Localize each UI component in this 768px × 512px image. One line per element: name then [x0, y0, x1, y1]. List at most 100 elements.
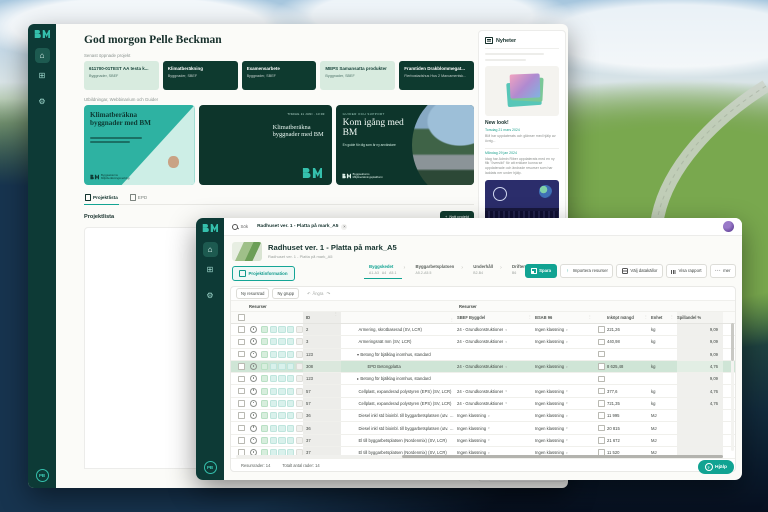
news-image-newlook[interactable] [485, 66, 559, 116]
table-row[interactable]: 57 Cellplast, expanderad polystyren (EPS… [231, 385, 735, 397]
duplicate-icon[interactable] [270, 388, 277, 395]
link-icon[interactable] [278, 338, 285, 345]
note-icon[interactable] [287, 351, 294, 358]
more-row-icon[interactable] [296, 351, 303, 358]
column-qty[interactable]: Inköpt mängd [607, 315, 651, 320]
sbef-dropdown[interactable]: 24 - Grundkonstruktioner ▾ [457, 364, 535, 369]
more-row-icon[interactable] [296, 338, 303, 345]
bsab-dropdown[interactable]: Ingen klassning ▾ [535, 413, 595, 418]
column-spill[interactable]: Spillandel % [677, 312, 723, 323]
bsab-dropdown[interactable]: Ingen klassning ▾ [535, 327, 595, 332]
duplicate-icon[interactable] [270, 412, 277, 419]
add-comment-icon[interactable] [261, 375, 268, 382]
phase-step[interactable]: Underhåll B2-B4 [468, 262, 498, 278]
add-comment-icon[interactable] [261, 351, 268, 358]
tab-epd[interactable]: EPD [129, 192, 148, 204]
projektinformation-button[interactable]: Projektinformation [232, 266, 295, 281]
phase-step[interactable]: Byggskedet A1-A3 A4 A5.1 [364, 262, 402, 279]
history-clock-icon[interactable] [250, 363, 257, 370]
toolbar-button[interactable]: Importera resurser [560, 264, 614, 278]
sbef-dropdown[interactable]: 24 - Grundkonstruktioner ▾ [457, 389, 535, 394]
promo-kom-igang-banner[interactable]: GUIDER OCH SUPPORT Kom igång med BM En g… [336, 105, 474, 185]
add-comment-icon[interactable] [261, 326, 268, 333]
table-row[interactable]: 37 El till byggarbetsplatsen (Nordenmix)… [231, 435, 735, 447]
bsab-dropdown[interactable]: ▾ [535, 377, 595, 381]
more-row-icon[interactable] [296, 326, 303, 333]
bsab-dropdown[interactable]: Ingen klassning ▾ [535, 364, 595, 369]
help-button[interactable]: ? Hjälp [698, 460, 734, 474]
link-icon[interactable] [278, 363, 285, 370]
history-clock-icon[interactable] [250, 425, 257, 432]
link-icon[interactable] [278, 400, 285, 407]
note-icon[interactable] [287, 425, 294, 432]
close-icon[interactable]: × [341, 224, 347, 230]
duplicate-icon[interactable] [270, 375, 277, 382]
duplicate-icon[interactable] [270, 351, 277, 358]
select-all-checkbox[interactable] [238, 314, 245, 321]
row-flag-checkbox[interactable] [598, 326, 605, 333]
bsab-dropdown[interactable]: Ingen klassning ▾ [535, 438, 595, 443]
row-checkbox[interactable] [238, 376, 245, 383]
duplicate-icon[interactable] [270, 400, 277, 407]
add-comment-icon[interactable] [261, 363, 268, 370]
more-row-icon[interactable] [296, 388, 303, 395]
project-card[interactable]: Framtiden Drakblommegat... Flerbostadshu… [399, 61, 474, 90]
row-flag-checkbox[interactable] [598, 339, 605, 346]
account-avatar[interactable] [723, 221, 734, 232]
more-row-icon[interactable] [296, 425, 303, 432]
bsab-dropdown[interactable]: Ingen klassning ▾ [535, 339, 595, 344]
table-row[interactable]: 2 Armering, skrotbaserad (SV, LCR) 24 - … [231, 324, 735, 336]
note-icon[interactable] [287, 375, 294, 382]
news-image-cop28[interactable] [485, 180, 559, 220]
row-flag-checkbox[interactable] [598, 412, 605, 419]
row-checkbox[interactable] [238, 326, 245, 333]
duplicate-icon[interactable] [270, 338, 277, 345]
duplicate-icon[interactable] [270, 437, 277, 444]
scrollbar-thumb[interactable] [402, 455, 723, 458]
bsab-dropdown[interactable]: Ingen klassning ▾ [535, 401, 595, 406]
sbef-dropdown[interactable]: Ingen klassning ▾ [457, 438, 535, 443]
add-comment-icon[interactable] [261, 412, 268, 419]
note-icon[interactable] [287, 388, 294, 395]
toolbar-button[interactable]: mer [710, 264, 736, 278]
vertical-scrollbar[interactable] [731, 323, 734, 451]
more-row-icon[interactable] [296, 400, 303, 407]
add-comment-icon[interactable] [261, 388, 268, 395]
add-comment-icon[interactable] [261, 425, 268, 432]
more-row-icon[interactable] [296, 437, 303, 444]
bsab-dropdown[interactable]: Ingen klassning ▾ [535, 389, 595, 394]
search-control[interactable]: Sök [232, 224, 248, 230]
history-clock-icon[interactable] [250, 400, 257, 407]
bsab-dropdown[interactable]: ▾ [535, 352, 595, 356]
user-initials-avatar[interactable]: PB [204, 461, 217, 474]
link-icon[interactable] [278, 412, 285, 419]
note-icon[interactable] [287, 400, 294, 407]
history-clock-icon[interactable] [250, 351, 257, 358]
duplicate-icon[interactable] [270, 363, 277, 370]
row-checkbox[interactable] [238, 351, 245, 358]
horizontal-scrollbar[interactable] [236, 455, 723, 458]
row-checkbox[interactable] [238, 412, 245, 419]
project-card[interactable]: 611700-01TEST AA testa k... Byggnader, S… [84, 61, 159, 90]
history-clock-icon[interactable] [250, 326, 257, 333]
history-clock-icon[interactable] [250, 375, 257, 382]
history-clock-icon[interactable] [250, 437, 257, 444]
note-icon[interactable] [287, 363, 294, 370]
group-caret-icon[interactable]: ▸ [357, 377, 359, 381]
sbef-dropdown[interactable]: Ingen klassning ▾ [457, 413, 535, 418]
undo-button[interactable]: Ångra [307, 291, 323, 296]
settings-gear-icon[interactable]: ⚙ [35, 94, 50, 109]
toolbar-button[interactable]: Välj datakällor [616, 264, 663, 278]
bsab-dropdown[interactable]: Ingen klassning ▾ [535, 426, 595, 431]
table-row[interactable]: 123 ▾Betong för bjälklag inomhus, standa… [231, 349, 735, 361]
sbef-dropdown[interactable]: 24 - Grundkonstruktioner ▾ [457, 339, 535, 344]
row-flag-checkbox[interactable] [598, 425, 605, 432]
toolbar-button[interactable]: Spara [525, 264, 556, 278]
phase-step[interactable]: Byggarbetsplatsen A5.2-A5.5 [411, 262, 460, 278]
sbef-dropdown[interactable]: ▾ [457, 377, 535, 381]
project-card[interactable]: Klimatberäkning Byggnader, SBEF [163, 61, 238, 90]
table-row[interactable]: 308 EPD Betongplatta 24 - Grundkonstrukt… [231, 361, 735, 373]
table-row[interactable]: 36 Diesel inkl std bioinbl. till byggarb… [231, 410, 735, 422]
add-comment-icon[interactable] [261, 338, 268, 345]
new-group-button[interactable]: Ny grupp [272, 288, 299, 299]
